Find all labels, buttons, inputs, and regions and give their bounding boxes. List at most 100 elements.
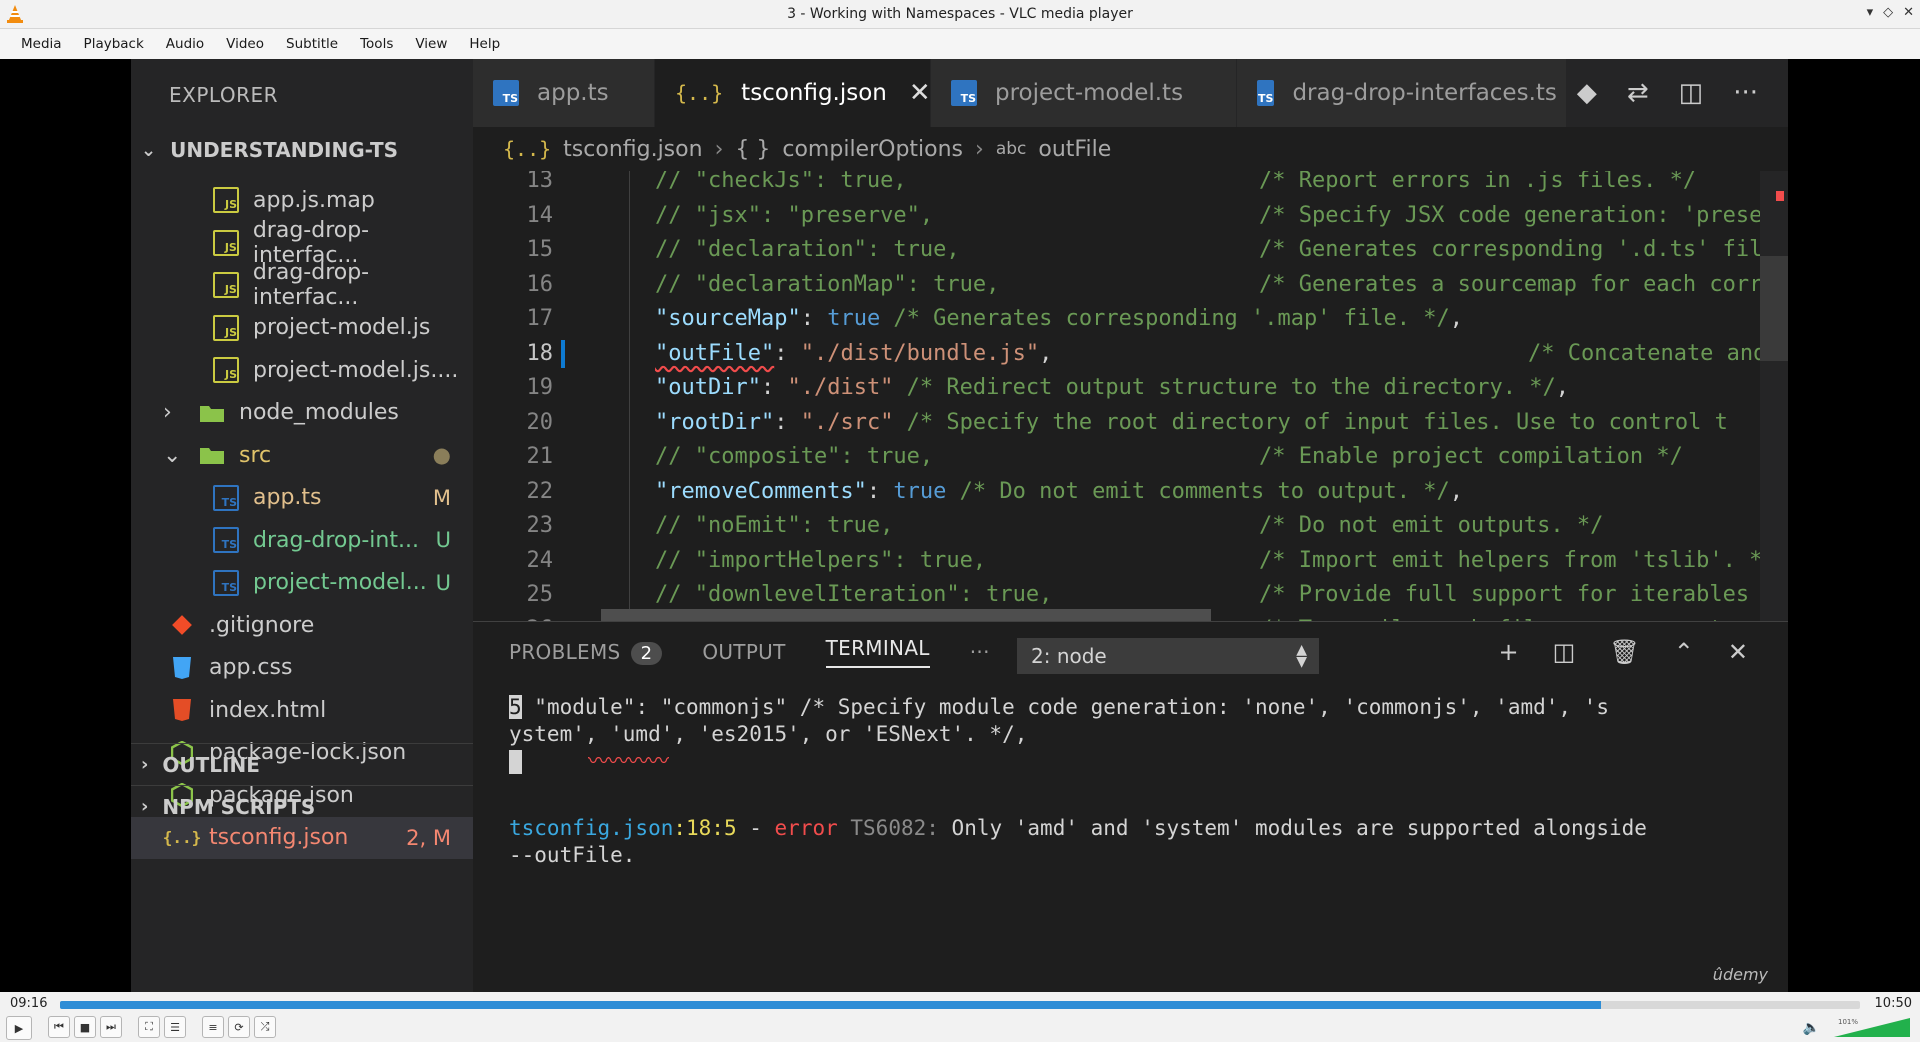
menu-tools[interactable]: Tools (349, 36, 404, 52)
next-icon: ⏭ (106, 1020, 116, 1033)
tree-item[interactable]: › node_modules (131, 392, 473, 434)
code-comment: /* Generates a sourcemap for each corre (1259, 271, 1776, 297)
terminal-select[interactable]: 2: node ▲ ▼ (1017, 638, 1319, 674)
seek-slider[interactable] (60, 1001, 1860, 1009)
speaker-icon[interactable]: 🔈 (1803, 1020, 1820, 1036)
overview-ruler[interactable] (1760, 171, 1788, 621)
close-icon[interactable]: ✕ (1903, 5, 1914, 20)
breadcrumb-outfile[interactable]: outFile (1038, 137, 1111, 162)
trash-icon[interactable]: 🗑 (1609, 638, 1639, 666)
more-actions-icon[interactable]: ··· (1733, 78, 1758, 108)
tab-drag-drop-interfaces-ts[interactable]: TS drag-drop-interfaces.ts (1237, 59, 1567, 127)
code-comment: // "declaration": true, (655, 237, 960, 262)
next-button[interactable]: ⏭ (100, 1016, 122, 1038)
outline-section[interactable]: › OUTLINE (131, 743, 473, 785)
tree-item[interactable]: TS app.ts M (131, 477, 473, 519)
menu-view[interactable]: View (404, 36, 458, 52)
error-word: error (774, 816, 838, 840)
code-editor[interactable]: 13 // "checkJs": true, /* Report errors in… (473, 171, 1788, 621)
tree-item-label: drag-drop-interfac... (252, 260, 370, 310)
json-value: "./src" (800, 409, 894, 435)
code-tail: , (1039, 340, 1053, 366)
split-terminal-icon[interactable]: ◫ (1553, 638, 1576, 666)
breadcrumb-compiler-options[interactable]: compilerOptions (782, 137, 963, 162)
line-number: 25 (526, 582, 554, 607)
tree-item[interactable]: JS app.js.map (131, 179, 473, 221)
tree-item[interactable]: TS project-model... U (131, 562, 473, 604)
split-editor-icon[interactable]: ◫ (1679, 78, 1704, 108)
close-tab-icon[interactable]: ✕ (909, 78, 930, 108)
menu-help[interactable]: Help (458, 36, 511, 52)
code-line: 24 // "importHelpers": true, /* Import emi… (473, 543, 1788, 578)
new-terminal-icon[interactable]: + (1499, 638, 1519, 666)
tree-item[interactable]: TS drag-drop-int... U (131, 519, 473, 561)
tab-terminal[interactable]: TERMINAL (825, 636, 930, 668)
shuffle-button[interactable]: ⤮ (254, 1016, 276, 1038)
close-panel-icon[interactable]: ✕ (1728, 638, 1748, 666)
tree-item[interactable]: ⌄ src ● (131, 434, 473, 476)
playlist-button[interactable]: ≡ (202, 1016, 224, 1038)
chevron-down-icon: ⌄ (163, 442, 182, 468)
horizontal-scrollbar[interactable] (601, 609, 1211, 621)
more-panels-icon[interactable]: ··· (970, 640, 990, 664)
menu-playback[interactable]: Playback (73, 36, 155, 52)
tree-item-label: project-model... (253, 570, 427, 595)
extended-settings-button[interactable]: ☰ (164, 1016, 186, 1038)
loop-button[interactable]: ⟳ (228, 1016, 250, 1038)
chevron-right-icon: › (975, 136, 984, 162)
git-icon (169, 612, 195, 638)
tab-project-model-ts[interactable]: TS project-model.ts (931, 59, 1237, 127)
stop-button[interactable]: ■ (74, 1016, 96, 1038)
tree-item[interactable]: app.css (131, 647, 473, 689)
npm-scripts-section[interactable]: › NPM SCRIPTS (131, 785, 473, 827)
code-line: 18 "outFile": "./dist/bundle.js", /* Conca… (473, 336, 1789, 371)
tree-item-label: project-model.js (253, 315, 431, 340)
chevron-right-icon: › (714, 136, 724, 162)
tree-item[interactable]: JS project-model.js (131, 307, 473, 349)
javascript-file-icon: JS (213, 357, 239, 383)
error-file[interactable]: tsconfig.json (509, 816, 673, 840)
error-position: :18:5 (673, 816, 737, 840)
tab-problems[interactable]: PROBLEMS 2 (509, 640, 663, 665)
seek-progress (60, 1001, 1601, 1009)
tree-item[interactable]: .gitignore (131, 604, 473, 646)
line-code: "outDir": "./dist" /* Redirect output st… (655, 370, 1569, 405)
minimize-icon[interactable]: ▾ (1867, 5, 1874, 20)
line-number: 18 (526, 340, 554, 366)
play-button[interactable]: ▶ (6, 1016, 32, 1040)
problem-count-badge: 2 (630, 641, 663, 665)
line-code: // "importHelpers": true, (655, 543, 986, 578)
git-compare-icon[interactable]: ◆ (1577, 78, 1597, 108)
scrollbar-thumb[interactable] (1760, 256, 1788, 361)
tab-tsconfig-json[interactable]: {..} tsconfig.json ✕ (655, 59, 931, 127)
maximize-panel-icon[interactable]: ⌃ (1674, 638, 1694, 666)
open-changes-icon[interactable]: ⇄ (1627, 78, 1649, 108)
terminal-output[interactable]: 5 "module": "commonjs" /* Specify module… (509, 694, 1749, 869)
maximize-icon[interactable]: ◇ (1883, 5, 1893, 20)
project-header[interactable]: ⌄ UNDERSTANDING-TS (131, 129, 473, 171)
tree-item[interactable]: index.html (131, 689, 473, 731)
line-code: "removeComments": true /* Do not emit co… (655, 474, 1463, 509)
menu-video[interactable]: Video (215, 36, 275, 52)
video-area[interactable]: EXPLORER ⌄ UNDERSTANDING-TS JS app.js.map… (0, 59, 1920, 992)
tree-item-label: app.js.map (253, 187, 375, 213)
tab-output[interactable]: OUTPUT (702, 640, 785, 664)
line-number: 16 (526, 271, 554, 297)
menu-subtitle[interactable]: Subtitle (275, 36, 349, 52)
line-code: // "jsx": "preserve", (655, 198, 933, 233)
menu-media[interactable]: Media (10, 36, 73, 52)
menu-audio[interactable]: Audio (155, 36, 215, 52)
tree-item[interactable]: JS drag-drop-interfac... (131, 260, 473, 310)
fullscreen-button[interactable]: ⛶ (138, 1016, 160, 1038)
breadcrumb-file[interactable]: tsconfig.json (563, 137, 702, 162)
line-number: 22 (526, 478, 554, 504)
volume-slider[interactable]: 101% (1832, 1016, 1912, 1038)
tree-item[interactable]: JS project-model.js.... (131, 349, 473, 391)
previous-button[interactable]: ⏮ (48, 1016, 70, 1038)
tab-app-ts[interactable]: TS app.ts (473, 59, 655, 127)
tree-item[interactable]: JS drag-drop-interfac... (131, 218, 473, 268)
json-file-icon: {..} (675, 81, 724, 105)
javascript-file-icon: JS (213, 272, 239, 298)
bottom-panel: PROBLEMS 2 OUTPUT TERMINAL ··· 2: node ▲ ▼… (473, 621, 1788, 992)
code-comment: /* Generates corresponding '.d.ts' file (1259, 237, 1776, 262)
